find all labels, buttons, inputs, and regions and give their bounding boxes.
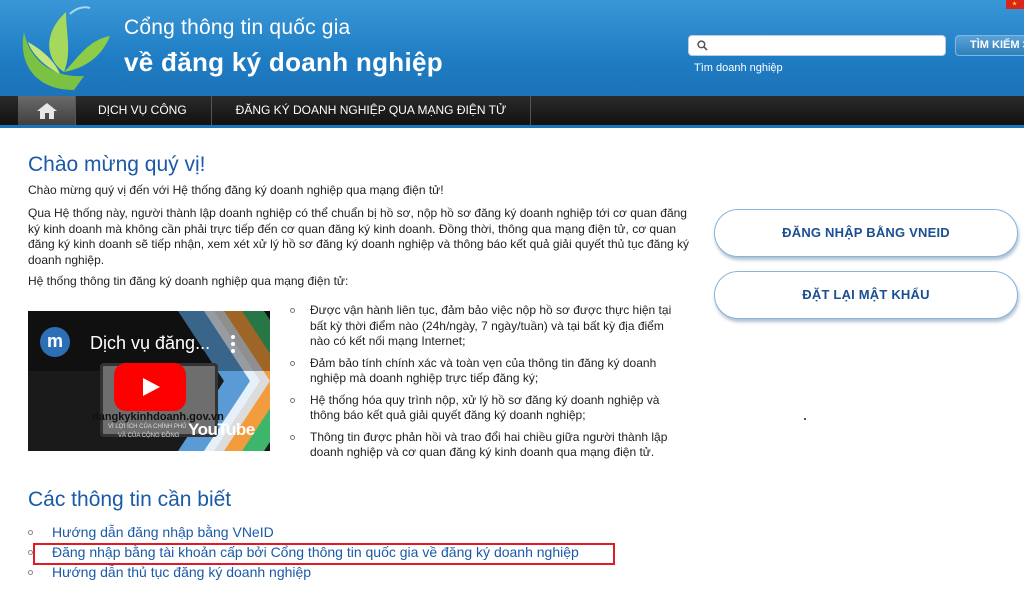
site-header: Cổng thông tin quốc gia về đăng ký doanh…: [0, 0, 1024, 96]
nav-items: DỊCH VỤ CÔNG ĐĂNG KÝ DOANH NGHIỆP QUA MẠ…: [18, 96, 532, 125]
welcome-paragraph: Chào mừng quý vị đến với Hệ thống đăng k…: [28, 183, 444, 197]
nav-home[interactable]: [18, 96, 76, 125]
list-item-text: Hệ thống hóa quy trình nộp, xử lý hồ sơ …: [310, 392, 660, 423]
site-title-line1: Cổng thông tin quốc gia: [124, 16, 351, 39]
ring-bullet-icon: [28, 570, 33, 575]
main-content: Chào mừng quý vị! Chào mừng quý vị đến v…: [0, 131, 1024, 591]
info-section-title: Các thông tin cần biết: [28, 488, 232, 511]
reset-password-button[interactable]: ĐẶT LẠI MẬT KHẨU: [714, 271, 1018, 319]
search-hint: Tìm doanh nghiệp: [694, 62, 783, 74]
youtube-logo[interactable]: YouTube: [188, 420, 255, 440]
link-item: Hướng dẫn đăng nhập bằng VNeID: [28, 523, 579, 541]
video-player[interactable]: m Dịch vụ đăng... dangkykinhdoanh.gov.vn…: [28, 311, 270, 451]
list-item: Thông tin được phản hồi và trao đổi hai …: [284, 430, 679, 461]
login-vneid-button[interactable]: ĐĂNG NHẬP BẰNG VNEID: [714, 209, 1018, 257]
video-caption-line2: VÀ CỦA CỘNG ĐỒNG: [118, 433, 180, 439]
list-item: Được vận hành liên tục, đảm bảo việc nộp…: [284, 303, 679, 350]
system-intro-paragraph: Hệ thống thông tin đăng ký doanh nghiệp …: [28, 274, 349, 288]
main-nav: DỊCH VỤ CÔNG ĐĂNG KÝ DOANH NGHIỆP QUA MẠ…: [0, 96, 1024, 128]
search-input[interactable]: [713, 37, 941, 54]
more-vertical-icon[interactable]: [231, 335, 235, 353]
welcome-title: Chào mừng quý vị!: [28, 153, 206, 176]
video-title[interactable]: Dịch vụ đăng...: [90, 333, 210, 354]
search-button[interactable]: TÌM KIẾM >: [955, 35, 1024, 56]
link-item: Hướng dẫn thủ tục đăng ký doanh nghiệp: [28, 563, 579, 581]
video-caption-line1: VÌ LỢI ÍCH CỦA CHÍNH PHỦ: [108, 424, 187, 430]
list-item: Hệ thống hóa quy trình nộp, xử lý hồ sơ …: [284, 393, 679, 424]
vietnam-flag-icon[interactable]: [1006, 0, 1024, 9]
channel-avatar[interactable]: m: [40, 327, 70, 357]
link-registration-guide[interactable]: Hướng dẫn thủ tục đăng ký doanh nghiệp: [52, 564, 311, 580]
stray-dot: [804, 418, 806, 420]
bullet-icon: [290, 434, 295, 440]
nav-item-online-registration[interactable]: ĐĂNG KÝ DOANH NGHIỆP QUA MẠNG ĐIỆN TỬ: [212, 96, 532, 125]
search-box[interactable]: [688, 35, 946, 56]
bullet-icon: [290, 397, 295, 403]
bullet-icon: [290, 360, 295, 366]
leaf-logo-icon[interactable]: [14, 2, 114, 94]
bullet-icon: [290, 308, 295, 313]
play-button[interactable]: [114, 363, 186, 411]
nav-item-public-services[interactable]: DỊCH VỤ CÔNG: [76, 96, 212, 125]
list-item-text: Được vận hành liên tục, đảm bảo việc nộp…: [310, 303, 672, 348]
home-icon: [36, 102, 57, 119]
link-vneid-guide[interactable]: Hướng dẫn đăng nhập bằng VNeID: [52, 524, 274, 540]
site-title-line2: về đăng ký doanh nghiệp: [124, 47, 443, 77]
list-item-text: Đảm bảo tính chính xác và toàn vẹn của t…: [310, 355, 657, 386]
search-icon: [697, 40, 708, 51]
list-item: Đảm bảo tính chính xác và toàn vẹn của t…: [284, 356, 679, 387]
highlight-annotation: [33, 543, 615, 565]
list-item-text: Thông tin được phản hồi và trao đổi hai …: [310, 429, 668, 460]
ring-bullet-icon: [28, 530, 33, 535]
description-paragraph: Qua Hệ thống này, người thành lập doanh …: [28, 206, 690, 267]
feature-list: Được vận hành liên tục, đảm bảo việc nộp…: [284, 303, 679, 467]
